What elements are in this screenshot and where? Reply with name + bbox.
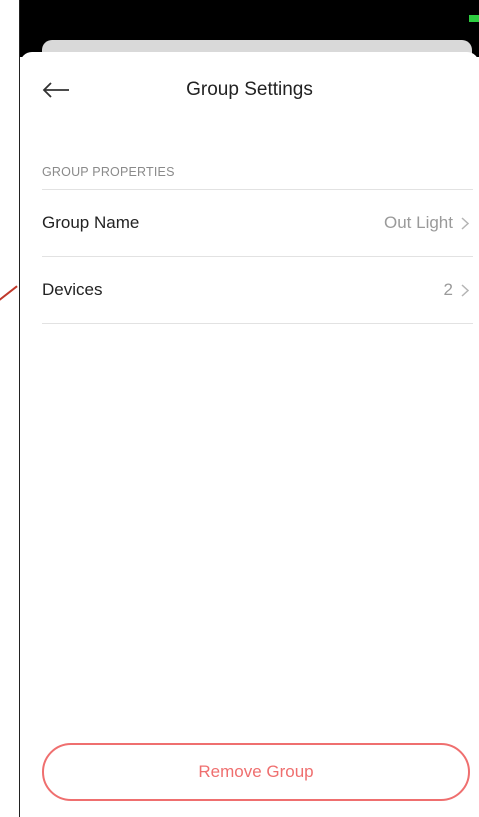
devices-row[interactable]: Devices 2 <box>42 257 473 323</box>
group-name-label: Group Name <box>42 213 140 232</box>
chevron-right-icon <box>461 283 471 297</box>
chevron-right-icon <box>461 216 471 230</box>
group-name-row[interactable]: Group Name Out Light <box>42 190 473 256</box>
devices-count: 2 <box>443 280 453 299</box>
remove-group-button[interactable]: Remove Group <box>42 743 470 801</box>
background-strip <box>0 0 20 817</box>
battery-icon <box>469 15 479 22</box>
group-settings-sheet: Group Settings GROUP PROPERTIES Group Na… <box>20 52 479 817</box>
page-title: Group Settings <box>186 79 313 100</box>
devices-value-wrap: 2 <box>444 280 473 300</box>
group-name-value-wrap: Out Light <box>384 213 473 233</box>
screen: Group Settings GROUP PROPERTIES Group Na… <box>0 0 479 817</box>
group-name-value: Out Light <box>384 213 453 232</box>
devices-label: Devices <box>42 280 103 299</box>
section-header: GROUP PROPERTIES <box>42 165 175 179</box>
divider <box>42 323 473 324</box>
